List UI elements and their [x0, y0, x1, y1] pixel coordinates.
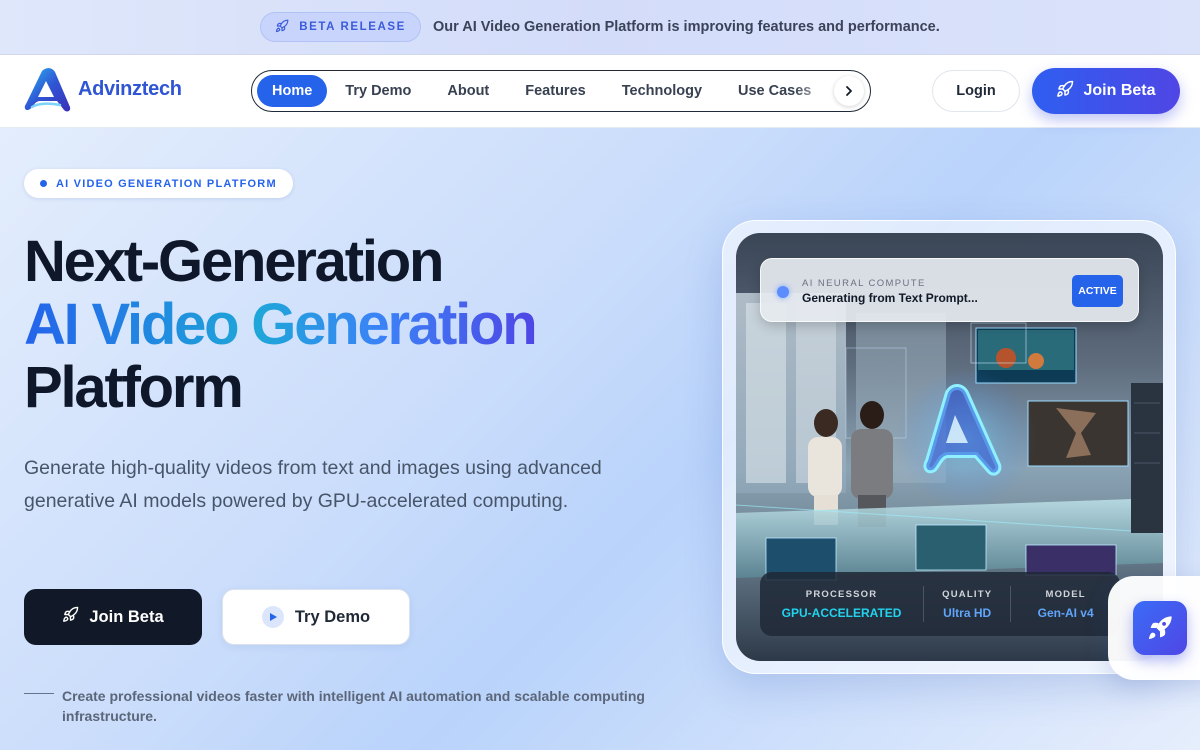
hero-subtitle: Generate high-quality videos from text a…	[24, 457, 602, 512]
hero-title-line2: AI Video Generation	[24, 292, 538, 357]
stat-model: MODEL Gen-AI v4	[1011, 572, 1120, 636]
badge-dot-icon	[40, 180, 47, 187]
announcement-bar: BETA RELEASE Our AI Video Generation Pla…	[0, 0, 1200, 55]
nav-next-button[interactable]	[834, 76, 864, 106]
stat-label: MODEL	[1045, 588, 1086, 600]
join-beta-button-header[interactable]: Join Beta	[1032, 68, 1180, 114]
join-beta-label: Join Beta	[1083, 82, 1156, 99]
join-beta-button[interactable]: Join Beta	[24, 589, 202, 645]
rocket-fab-button[interactable]	[1133, 601, 1187, 655]
footnote-divider	[24, 693, 54, 694]
brand-logo[interactable]: Advinztech	[24, 67, 182, 115]
nav-item-about[interactable]: About	[429, 75, 507, 107]
try-demo-button[interactable]: Try Demo	[222, 589, 410, 645]
beta-release-badge: BETA RELEASE	[260, 12, 421, 42]
hero-title-line1: Next-Generation	[24, 229, 444, 294]
ai-status-card: AI NEURAL COMPUTE Generating from Text P…	[760, 258, 1139, 322]
navbar: Advinztech Home Try Demo About Features …	[0, 55, 1200, 128]
nav-item-technology[interactable]: Technology	[604, 75, 720, 107]
nav-fade	[794, 71, 834, 111]
nav-item-home[interactable]: Home	[257, 75, 328, 107]
login-button[interactable]: Login	[932, 70, 1020, 112]
main-nav: Home Try Demo About Features Technology …	[251, 70, 871, 112]
stat-value: GPU-ACCELERATED	[781, 605, 902, 620]
hero-title-line3: Platform	[24, 355, 244, 420]
status-dot-icon	[777, 286, 789, 298]
logo-a-mark-icon	[24, 68, 71, 112]
hero-footnote: Create professional videos faster with i…	[62, 688, 645, 724]
stat-value: Ultra HD	[943, 605, 992, 620]
brand-name: Advinztech	[78, 77, 182, 100]
status-label: AI NEURAL COMPUTE	[802, 278, 926, 289]
chevron-right-icon	[846, 86, 852, 96]
status-text: Generating from Text Prompt...	[802, 291, 978, 305]
stat-label: QUALITY	[942, 588, 993, 600]
nav-item-features[interactable]: Features	[507, 75, 603, 107]
rocket-icon	[1148, 616, 1172, 640]
play-icon	[261, 606, 284, 628]
specs-bar: PROCESSOR GPU-ACCELERATED QUALITY Ultra …	[760, 572, 1120, 636]
stat-value: Gen-AI v4	[1037, 605, 1094, 620]
stat-label: PROCESSOR	[805, 588, 878, 600]
join-beta-cta-label: Join Beta	[89, 607, 164, 626]
try-demo-cta-label: Try Demo	[294, 607, 371, 626]
hero-badge-label: AI VIDEO GENERATION PLATFORM	[56, 177, 277, 190]
hero-badge: AI VIDEO GENERATION PLATFORM	[24, 169, 293, 198]
stat-quality: QUALITY Ultra HD	[924, 572, 1010, 636]
nav-item-try-demo[interactable]: Try Demo	[327, 75, 429, 107]
rocket-icon	[275, 19, 289, 36]
announcement-text: Our AI Video Generation Platform is impr…	[432, 19, 940, 35]
stat-processor: PROCESSOR GPU-ACCELERATED	[760, 572, 923, 636]
rocket-icon	[62, 606, 79, 628]
rocket-icon	[1056, 80, 1074, 103]
beta-release-label: BETA RELEASE	[299, 21, 406, 33]
hero-title: Next-Generation AI Video Generation Plat…	[24, 229, 538, 420]
active-badge: ACTIVE	[1072, 275, 1123, 307]
